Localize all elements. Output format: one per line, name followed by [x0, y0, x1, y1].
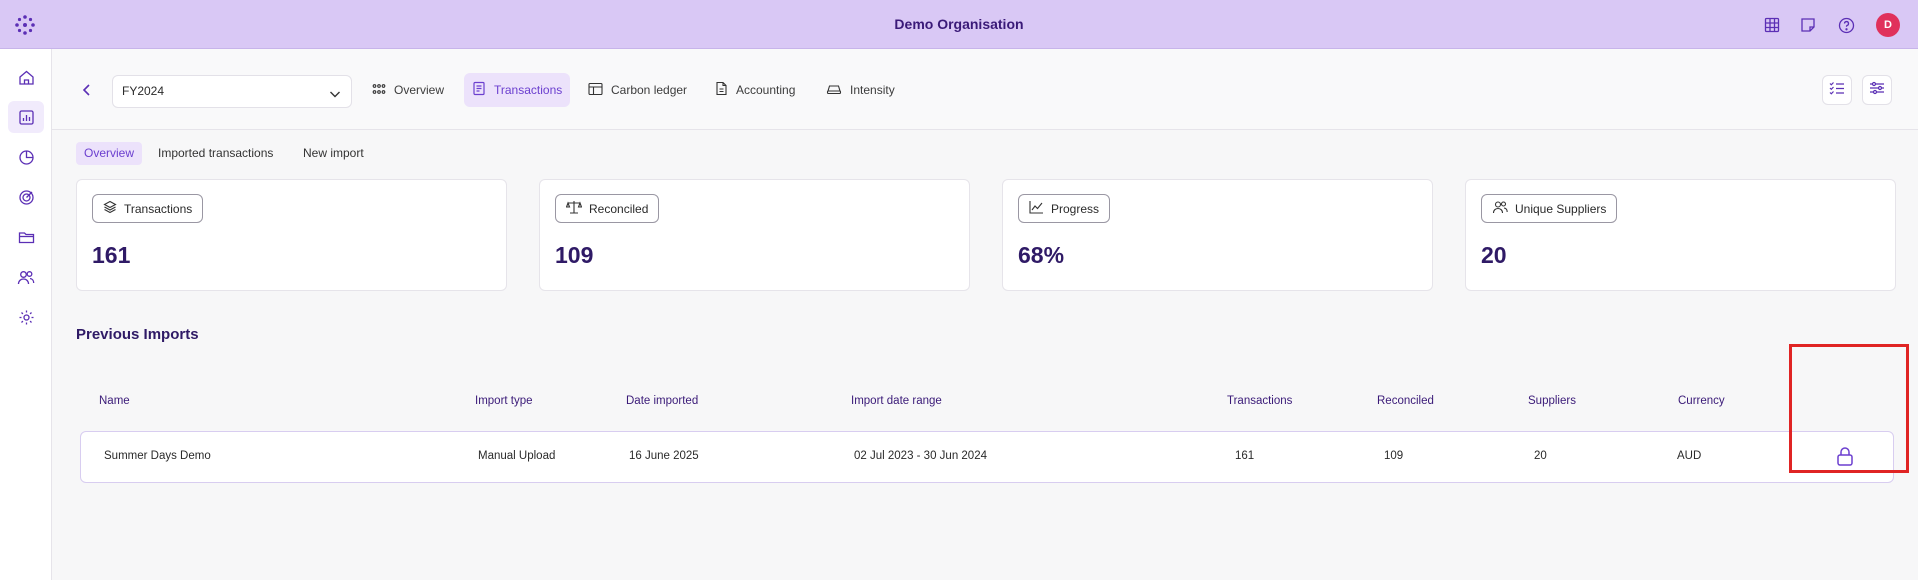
document-icon	[715, 81, 728, 99]
lock-icon	[1836, 446, 1854, 471]
cell-currency: AUD	[1677, 450, 1702, 462]
sliders-icon	[1869, 81, 1885, 100]
tab-label: Accounting	[736, 83, 796, 97]
stat-card-reconciled: Reconciled 109	[539, 179, 970, 291]
column-header-name: Name	[99, 395, 130, 407]
receipt-icon	[472, 81, 486, 99]
stat-label: Unique Suppliers	[1515, 201, 1607, 216]
tab-transactions[interactable]: Transactions	[464, 73, 571, 107]
stat-value: 20	[1481, 242, 1507, 268]
table-icon	[588, 82, 603, 99]
subtab-imported-transactions[interactable]: Imported transactions	[150, 142, 281, 165]
cell-reconciled: 109	[1384, 450, 1404, 462]
users-icon[interactable]	[8, 261, 44, 293]
cell-suppliers: 20	[1534, 450, 1547, 462]
year-select[interactable]: FY2024	[112, 75, 352, 108]
car-icon	[826, 82, 842, 99]
column-header-transactions: Transactions	[1227, 395, 1293, 407]
stat-card-progress: Progress 68%	[1002, 179, 1433, 291]
toolbar: FY2024 Overview Transactions Carbon ledg…	[52, 49, 1918, 130]
stat-chip: Transactions	[92, 194, 204, 223]
stat-label: Progress	[1051, 201, 1100, 216]
stat-value: 161	[92, 242, 131, 268]
note-icon[interactable]	[1798, 15, 1818, 35]
folder-icon[interactable]	[8, 221, 44, 253]
logo-icon[interactable]	[14, 14, 36, 36]
tab-label: Overview	[394, 83, 445, 97]
table-row[interactable]: Summer Days Demo Manual Upload 16 June 2…	[80, 431, 1894, 483]
column-header-suppliers: Suppliers	[1528, 395, 1576, 407]
table-icon[interactable]	[1762, 15, 1782, 35]
stat-chip: Progress	[1018, 194, 1111, 223]
stat-chip: Unique Suppliers	[1481, 194, 1618, 223]
cell-date-imported: 16 June 2025	[629, 450, 699, 462]
top-bar: Demo Organisation D	[0, 0, 1918, 49]
organisation-title: Demo Organisation	[894, 16, 1024, 32]
lock-button[interactable]	[1832, 445, 1858, 471]
checklist-icon	[1829, 81, 1845, 100]
users-icon	[1492, 200, 1508, 217]
chart-icon[interactable]	[8, 101, 44, 133]
column-header-date-imported: Date imported	[626, 395, 699, 407]
sidebar	[0, 49, 52, 580]
year-select-value: FY2024	[122, 84, 165, 98]
tab-intensity[interactable]: Intensity	[818, 73, 903, 107]
tab-label: Transactions	[494, 83, 563, 97]
scale-icon	[565, 200, 583, 217]
help-icon[interactable]	[1836, 15, 1856, 35]
tab-overview[interactable]: Overview	[364, 73, 452, 107]
gear-icon[interactable]	[8, 301, 44, 333]
cell-import-type: Manual Upload	[478, 450, 556, 462]
grid-dots-icon	[372, 82, 386, 99]
column-header-import-type: Import type	[475, 395, 533, 407]
filter-settings-button[interactable]	[1862, 75, 1892, 105]
cell-name: Summer Days Demo	[104, 450, 211, 462]
cell-import-date-range: 02 Jul 2023 - 30 Jun 2024	[854, 450, 987, 462]
trend-icon	[1029, 200, 1044, 217]
stat-label: Transactions	[124, 201, 193, 216]
chevron-down-icon	[327, 83, 343, 99]
section-title: Previous Imports	[76, 326, 199, 343]
stat-card-transactions: Transactions 161	[76, 179, 507, 291]
tab-accounting[interactable]: Accounting	[707, 73, 803, 107]
column-header-currency: Currency	[1678, 395, 1725, 407]
column-header-import-date-range: Import date range	[851, 395, 942, 407]
home-icon[interactable]	[8, 61, 44, 93]
main-content: FY2024 Overview Transactions Carbon ledg…	[52, 49, 1918, 580]
target-icon[interactable]	[8, 181, 44, 213]
tab-carbon-ledger[interactable]: Carbon ledger	[580, 73, 695, 107]
stat-card-unique-suppliers: Unique Suppliers 20	[1465, 179, 1896, 291]
subtab-overview[interactable]: Overview	[76, 142, 143, 165]
avatar[interactable]: D	[1876, 13, 1900, 37]
stat-value: 109	[555, 242, 594, 268]
checklist-button[interactable]	[1822, 75, 1852, 105]
pie-chart-icon[interactable]	[8, 141, 44, 173]
tab-label: Intensity	[850, 83, 895, 97]
stat-value: 68%	[1018, 242, 1065, 268]
layers-icon	[103, 200, 117, 217]
stat-label: Reconciled	[589, 201, 649, 216]
subtab-new-import[interactable]: New import	[295, 142, 372, 165]
stat-chip: Reconciled	[555, 194, 660, 223]
column-header-reconciled: Reconciled	[1377, 395, 1434, 407]
back-button[interactable]	[76, 79, 98, 101]
cell-transactions: 161	[1235, 450, 1255, 462]
tab-label: Carbon ledger	[611, 83, 688, 97]
